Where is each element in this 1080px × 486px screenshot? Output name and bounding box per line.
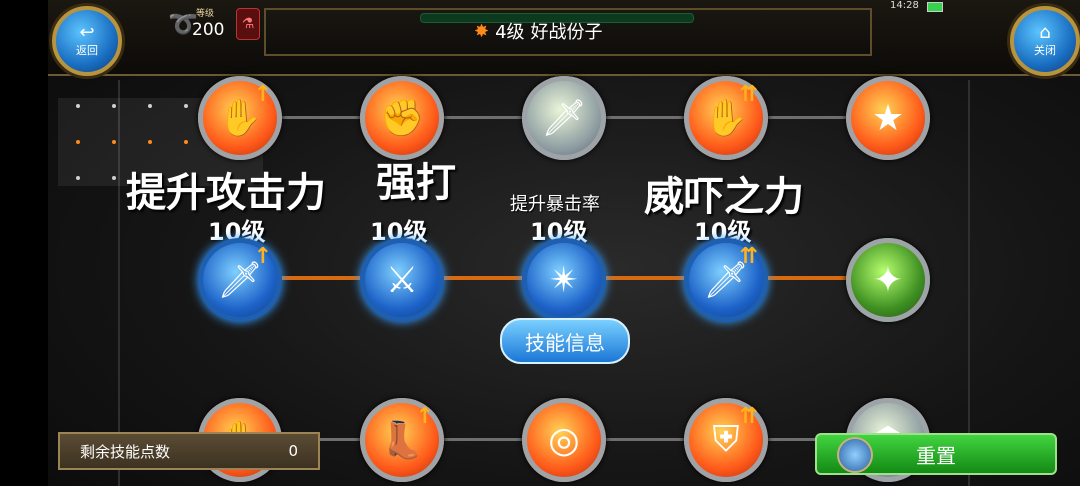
- skill-shield[interactable]: ⛨ ⇈: [684, 398, 768, 482]
- double-arrow-icon: ⇈: [739, 404, 758, 429]
- back-label: 返回: [76, 44, 98, 57]
- minimap-dot: [112, 104, 116, 108]
- arrow-up-icon: ↑: [253, 82, 272, 107]
- clock: 14:28: [890, 0, 919, 11]
- double-arrow-icon: ⇈: [739, 82, 758, 107]
- minimap-dot: [76, 176, 80, 180]
- reset-button[interactable]: 重置: [815, 433, 1057, 475]
- skill-title: ✸ 4级 好战份子: [474, 18, 603, 44]
- reset-label: 重置: [916, 443, 956, 468]
- skill-sword-attack-up[interactable]: 🗡 ↑: [198, 238, 282, 322]
- back-button[interactable]: ↩ 返回: [52, 6, 122, 76]
- close-label: 关闭: [1034, 44, 1056, 57]
- title-level: 4级: [495, 22, 525, 43]
- arrow-up-icon: ↑: [253, 244, 272, 269]
- status-bar: 14:28: [890, 0, 943, 12]
- gem-icon: [837, 437, 873, 473]
- minimap-dot: [112, 140, 116, 144]
- shield-icon: ⛨: [712, 419, 740, 460]
- close-button[interactable]: ⌂ 关闭: [1010, 6, 1080, 76]
- sword-icon: 🗡: [541, 98, 587, 139]
- minimap-dot: [184, 140, 188, 144]
- points-label: 剩余技能点数: [80, 442, 171, 461]
- skill-crit-rate-up[interactable]: ✴: [522, 238, 606, 322]
- skill-label-attack-up: 提升攻击力: [126, 170, 326, 216]
- skill-staff-attack-up[interactable]: ✋ ↑: [198, 76, 282, 160]
- skill-power-strike-row1[interactable]: ✊: [360, 76, 444, 160]
- sword-burst-icon: ⚔: [385, 259, 419, 301]
- skill-boots[interactable]: 👢 ↑: [360, 398, 444, 482]
- skill-staff-star[interactable]: ★: [846, 76, 930, 160]
- burst-icon: ✴: [548, 259, 580, 301]
- title-name: 好战份子: [530, 22, 603, 43]
- minimap-dot: [148, 104, 152, 108]
- points-value: 0: [288, 442, 298, 460]
- skill-green-sword[interactable]: 🗡: [522, 76, 606, 160]
- fist-icon: ✊: [379, 98, 425, 139]
- minimap-dot: [148, 140, 152, 144]
- panel-divider: [968, 80, 970, 486]
- battery-icon: [926, 2, 943, 12]
- skill-green-star-sword[interactable]: ✦: [846, 238, 930, 322]
- minimap-dot: [112, 176, 116, 180]
- minimap-dot: [184, 104, 188, 108]
- minimap-dot: [76, 104, 80, 108]
- star-staff-icon: ★: [871, 97, 905, 139]
- double-arrow-icon: ⇈: [739, 244, 758, 269]
- skill-staff-double-up[interactable]: ✋ ⇈: [684, 76, 768, 160]
- minimap-dot: [76, 140, 80, 144]
- remaining-skill-points: 剩余技能点数 0: [58, 432, 320, 470]
- skill-label-power-strike: 强打: [376, 160, 456, 206]
- skill-power-strike[interactable]: ⚔: [360, 238, 444, 322]
- warrior-emblem-icon: ✸: [474, 20, 490, 42]
- potion-icon[interactable]: ⚗: [236, 8, 260, 40]
- skill-intimidate[interactable]: 🗡 ⇈: [684, 238, 768, 322]
- skill-info-button[interactable]: 技能信息: [500, 318, 630, 364]
- back-arrow-icon: ↩: [79, 22, 95, 43]
- target-icon: ◎: [548, 419, 580, 461]
- arrow-up-icon: ↑: [415, 404, 434, 429]
- level-label: 等级: [196, 9, 215, 19]
- skill-target[interactable]: ◎: [522, 398, 606, 482]
- home-icon: ⌂: [1039, 22, 1051, 43]
- star-sword-icon: ✦: [872, 259, 904, 301]
- level-value: 200: [192, 20, 225, 40]
